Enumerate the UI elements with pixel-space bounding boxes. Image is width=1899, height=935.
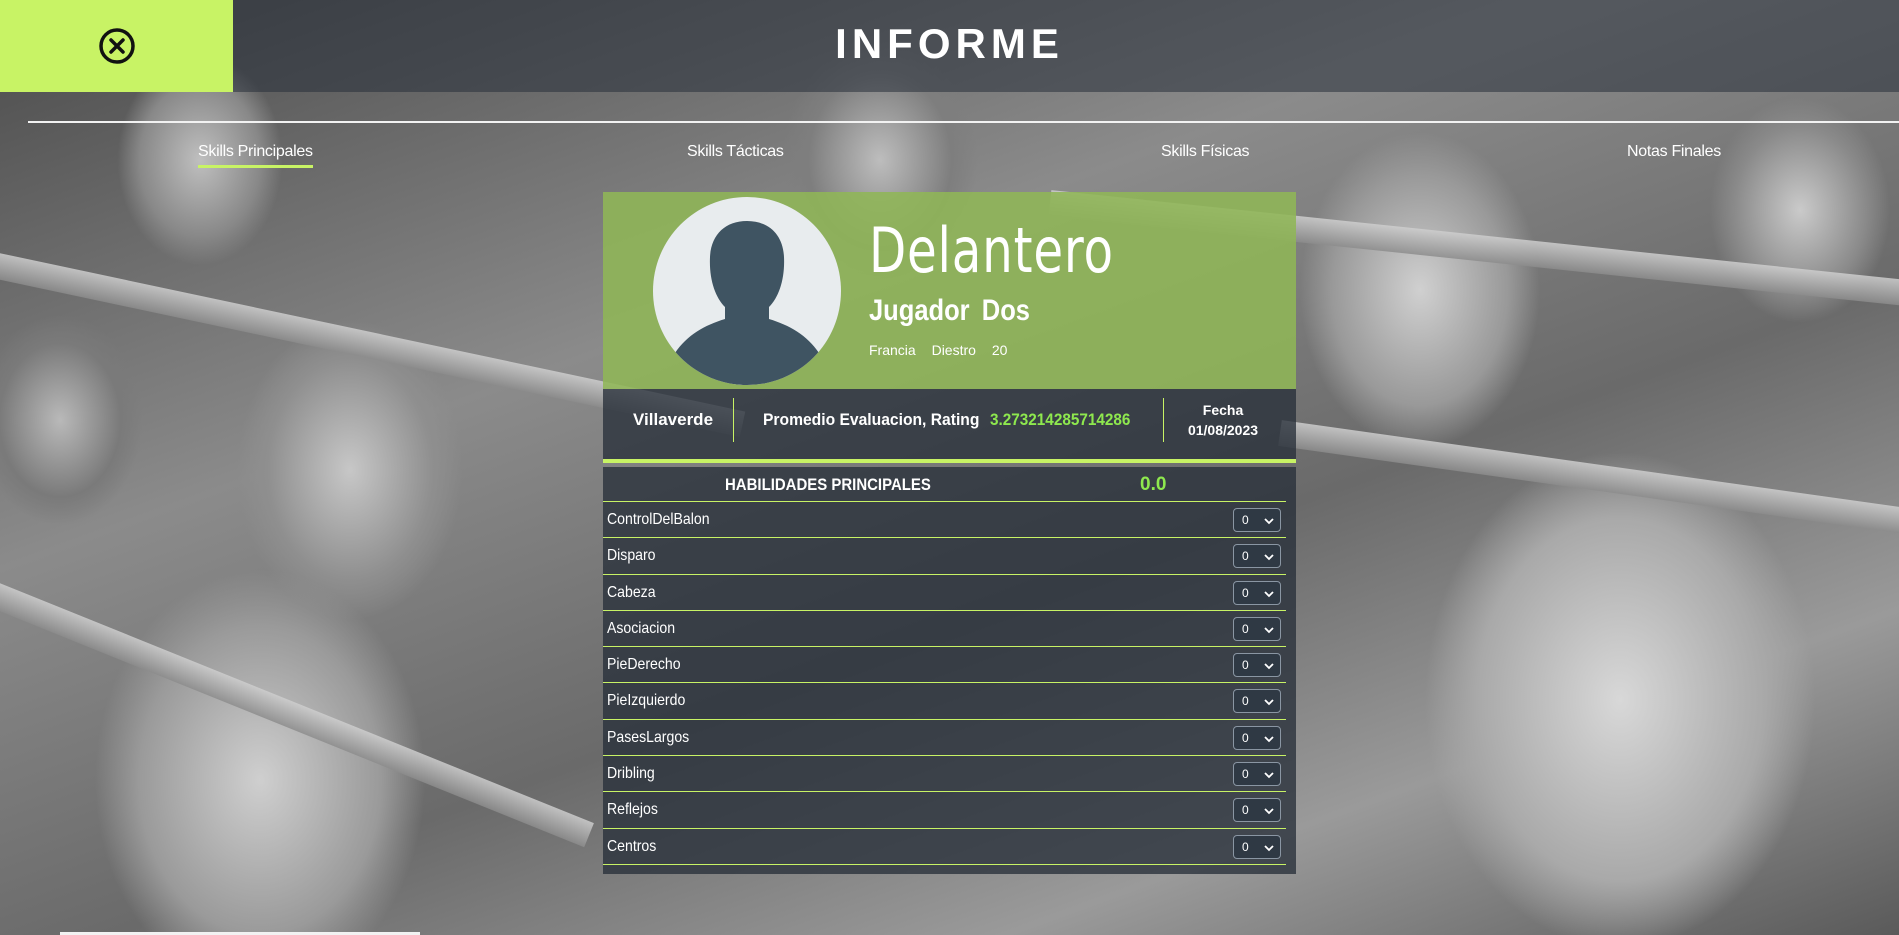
skill-row: ControlDelBalon 0 xyxy=(603,502,1286,539)
skill-row: PasesLargos 0 xyxy=(603,720,1286,757)
date-label: Fecha xyxy=(1202,402,1244,418)
tab-skills-tacticas[interactable]: Skills Tácticas xyxy=(687,143,784,165)
date-block: Fecha 01/08/2023 xyxy=(1173,400,1273,440)
user-silhouette-icon xyxy=(675,221,819,385)
player-age: 20 xyxy=(991,342,1008,358)
info-divider xyxy=(1163,398,1164,442)
chevron-down-icon xyxy=(1264,845,1274,851)
skill-score-select[interactable]: 0 xyxy=(1233,834,1281,859)
skill-score-select[interactable]: 0 xyxy=(1233,544,1281,569)
skill-score-value: 0 xyxy=(1242,658,1249,673)
skill-score-value: 0 xyxy=(1242,549,1249,564)
player-country: Francia xyxy=(869,342,916,358)
skill-name: Disparo xyxy=(607,547,656,565)
player-position: Delantero xyxy=(869,214,1114,287)
skill-name: PasesLargos xyxy=(607,728,690,746)
chevron-down-icon xyxy=(1264,518,1274,525)
skill-row: Centros 0 xyxy=(603,829,1286,865)
skill-score-select[interactable]: 0 xyxy=(1233,508,1281,532)
player-first-name: Jugador xyxy=(869,294,970,327)
rating-label: Promedio Evaluacion, Rating xyxy=(763,410,980,429)
skills-average: 0.0 xyxy=(1140,474,1167,495)
chevron-down-icon xyxy=(1264,663,1274,670)
skill-name: Reflejos xyxy=(607,801,658,819)
skill-score-value: 0 xyxy=(1242,585,1249,600)
tab-notas-finales[interactable]: Notas Finales xyxy=(1627,143,1721,165)
skills-panel: HABILIDADES PRINCIPALES 0.0 ControlDelBa… xyxy=(603,467,1296,874)
skill-score-value: 0 xyxy=(1242,621,1249,636)
skill-row: PieDerecho 0 xyxy=(603,647,1286,684)
page-title: INFORME xyxy=(835,20,1064,67)
skill-score-value: 0 xyxy=(1242,513,1249,527)
skill-score-value: 0 xyxy=(1242,730,1249,745)
tab-bar: Skills Principales Skills Tácticas Skill… xyxy=(0,143,1899,173)
chevron-down-icon xyxy=(1264,699,1274,706)
skill-name: PieIzquierdo xyxy=(607,692,686,710)
chevron-down-icon xyxy=(1264,808,1274,815)
report-card: Delantero Jugador Dos Francia Diestro 20… xyxy=(603,192,1296,874)
tab-skills-fisicas[interactable]: Skills Físicas xyxy=(1161,143,1250,165)
chevron-down-icon xyxy=(1264,772,1274,779)
background-desk xyxy=(1278,420,1899,544)
chevron-down-icon xyxy=(1264,627,1274,634)
background-desk xyxy=(0,560,594,848)
skill-name: Centros xyxy=(607,837,657,855)
skill-score-value: 0 xyxy=(1242,803,1249,818)
chevron-down-icon xyxy=(1264,736,1274,743)
skills-header: HABILIDADES PRINCIPALES 0.0 xyxy=(603,467,1286,502)
skill-row: Reflejos 0 xyxy=(603,792,1286,829)
rating-value: 3.273214285714286 xyxy=(990,410,1131,429)
skill-score-select[interactable]: 0 xyxy=(1233,725,1281,750)
player-name: Jugador Dos xyxy=(869,294,1030,328)
avatar xyxy=(653,197,841,385)
skills-title: HABILIDADES PRINCIPALES xyxy=(725,475,931,494)
skill-score-select[interactable]: 0 xyxy=(1233,616,1281,641)
skill-name: Cabeza xyxy=(607,583,656,601)
skill-name: PieDerecho xyxy=(607,656,681,674)
chevron-down-icon xyxy=(1264,554,1274,561)
skill-score-value: 0 xyxy=(1242,694,1249,709)
skill-row: PieIzquierdo 0 xyxy=(603,683,1286,720)
skill-row: Cabeza 0 xyxy=(603,575,1286,611)
player-last-name: Dos xyxy=(981,294,1030,327)
skill-score-select[interactable]: 0 xyxy=(1233,580,1281,605)
skill-row: Disparo 0 xyxy=(603,538,1286,575)
skill-name: ControlDelBalon xyxy=(607,511,710,528)
skill-score-value: 0 xyxy=(1242,767,1249,782)
skill-score-select[interactable]: 0 xyxy=(1233,689,1281,714)
player-foot: Diestro xyxy=(931,342,976,358)
info-divider xyxy=(733,398,734,442)
skill-name: Dribling xyxy=(607,765,655,783)
info-bar: Villaverde Promedio Evaluacion, Rating 3… xyxy=(603,389,1296,463)
skill-score-value: 0 xyxy=(1242,839,1249,854)
chevron-down-icon xyxy=(1264,590,1274,597)
divider xyxy=(28,121,1899,123)
skill-score-select[interactable]: 0 xyxy=(1233,762,1281,787)
skill-name: Asociacion xyxy=(607,619,676,637)
skill-row: Dribling 0 xyxy=(603,756,1286,793)
date-value: 01/08/2023 xyxy=(1187,422,1259,438)
tab-skills-principales[interactable]: Skills Principales xyxy=(198,143,313,168)
player-header: Delantero Jugador Dos Francia Diestro 20 xyxy=(603,192,1296,389)
skill-score-select[interactable]: 0 xyxy=(1233,653,1281,678)
club-name: Villaverde xyxy=(633,410,714,429)
player-meta: Francia Diestro 20 xyxy=(869,342,1019,358)
skill-score-select[interactable]: 0 xyxy=(1233,798,1281,823)
skill-row: Asociacion 0 xyxy=(603,611,1286,648)
